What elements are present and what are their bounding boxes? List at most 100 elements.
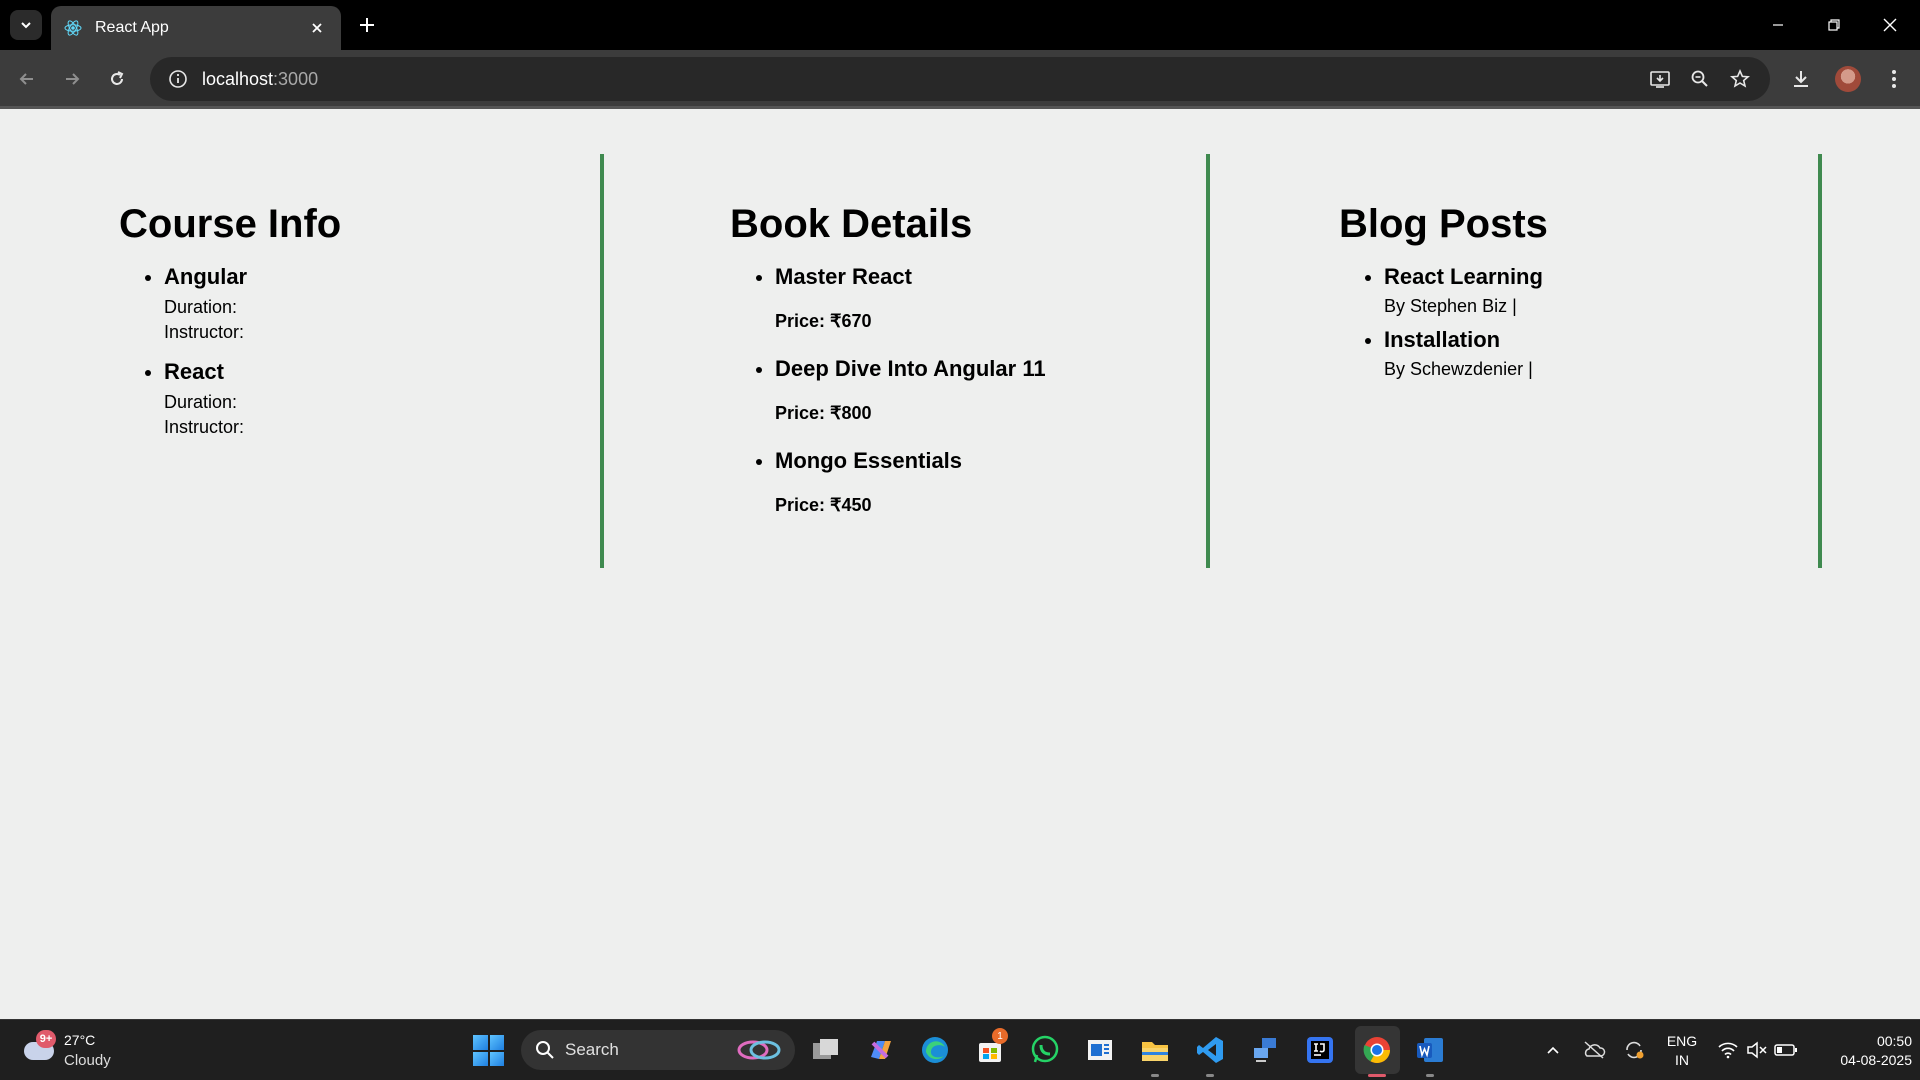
store-button[interactable]: 1 — [972, 1028, 1008, 1068]
task-view-icon — [813, 1039, 838, 1059]
install-app-icon — [1650, 71, 1670, 88]
running-indicator — [1151, 1074, 1159, 1077]
course-duration: Duration: — [164, 297, 238, 317]
course-item: Angular Duration: Instructor: — [144, 262, 248, 345]
word-button[interactable] — [1412, 1032, 1448, 1068]
blog-title: Installation — [1384, 327, 1501, 352]
url-port: :3000 — [273, 68, 319, 89]
book-details-panel: Book Details Master React Price: ₹670 De… — [604, 154, 1210, 568]
close-window-button[interactable] — [1862, 0, 1918, 50]
news-icon — [1088, 1040, 1112, 1060]
browser-tab-active[interactable]: React App — [51, 6, 341, 50]
course-info-panel: Course Info Angular Duration: Instructor… — [0, 154, 604, 568]
forward-button[interactable] — [55, 62, 89, 96]
search-label: Search — [565, 1040, 619, 1059]
address-bar[interactable]: localhost:3000 — [150, 57, 1770, 101]
news-app-button[interactable] — [1082, 1032, 1118, 1068]
blog-item: Installation By Schewzdenier | — [1365, 325, 1543, 382]
task-view-button[interactable] — [808, 1032, 844, 1068]
url-text[interactable]: localhost:3000 — [202, 69, 318, 90]
restore-icon — [1828, 19, 1840, 31]
zoom-button[interactable] — [1680, 57, 1720, 101]
book-item: Mongo Essentials Price: ₹450 — [756, 446, 1046, 518]
arrow-left-icon — [19, 73, 33, 85]
volume-button[interactable] — [1743, 1036, 1771, 1064]
battery-icon — [1774, 1044, 1797, 1056]
copilot-icon — [871, 1041, 891, 1059]
copilot-button[interactable] — [862, 1032, 898, 1068]
chevron-up-icon — [1547, 1046, 1559, 1054]
wifi-icon — [1718, 1042, 1738, 1059]
blog-list: React Learning By Stephen Biz | Installa… — [1365, 262, 1543, 382]
whatsapp-button[interactable] — [1027, 1032, 1063, 1068]
new-tab-button[interactable] — [352, 10, 382, 40]
plus-icon — [360, 18, 374, 32]
tab-search-button[interactable] — [10, 10, 42, 40]
taskbar-search[interactable]: Search — [521, 1030, 795, 1070]
store-badge: 1 — [992, 1028, 1008, 1044]
profile-button[interactable] — [1830, 62, 1866, 96]
folder-icon — [1142, 1042, 1168, 1061]
reload-button[interactable] — [100, 62, 134, 96]
bookmark-button[interactable] — [1720, 57, 1760, 101]
file-explorer-button[interactable] — [1137, 1032, 1173, 1068]
battery-button[interactable] — [1772, 1036, 1800, 1064]
course-title: React — [164, 359, 224, 384]
star-icon — [1730, 69, 1750, 88]
install-app-button[interactable] — [1640, 57, 1680, 101]
browser-menu-button[interactable] — [1876, 62, 1912, 96]
downloads-button[interactable] — [1783, 62, 1819, 96]
region-code: IN — [1675, 1052, 1689, 1068]
remote-desktop-icon — [1254, 1038, 1276, 1062]
book-item: Deep Dive Into Angular 11 Price: ₹800 — [756, 354, 1046, 426]
url-host: localhost — [202, 68, 274, 89]
weather-widget[interactable]: 9+ 27°C Cloudy — [20, 1028, 140, 1074]
intellij-button[interactable] — [1302, 1032, 1338, 1068]
course-duration: Duration: — [164, 392, 238, 412]
course-instructor: Instructor: — [164, 417, 245, 437]
windows-logo-icon — [473, 1051, 488, 1066]
weather-temperature: 27°C — [64, 1032, 96, 1048]
course-title: Angular — [164, 264, 248, 289]
chrome-button[interactable] — [1359, 1032, 1395, 1068]
clock-time: 00:50 — [1876, 1033, 1912, 1049]
back-button[interactable] — [10, 62, 44, 96]
blog-posts-heading: Blog Posts — [1339, 202, 1548, 246]
windows-logo-icon — [489, 1051, 504, 1066]
onedrive-button[interactable] — [1580, 1036, 1608, 1064]
site-info-icon[interactable] — [158, 57, 198, 101]
browser-tab-bar: React App — [0, 0, 1920, 50]
show-hidden-icons-button[interactable] — [1539, 1036, 1567, 1064]
course-info-heading: Course Info — [119, 202, 342, 246]
book-price: Price: ₹450 — [775, 495, 872, 515]
reload-icon — [111, 71, 124, 85]
tab-close-icon[interactable] — [305, 16, 329, 40]
sync-button[interactable] — [1620, 1036, 1648, 1064]
edge-button[interactable] — [917, 1032, 953, 1068]
arrow-right-icon — [66, 73, 80, 85]
restore-button[interactable] — [1806, 0, 1862, 50]
remote-desktop-button[interactable] — [1247, 1032, 1283, 1068]
blog-byline: By Schewzdenier | — [1384, 359, 1533, 379]
book-price: Price: ₹800 — [775, 403, 872, 423]
search-highlight-icon — [737, 1040, 781, 1060]
windows-taskbar: 9+ 27°C Cloudy Search 1 ENG IN 00:50 04-… — [0, 1019, 1920, 1080]
start-button[interactable] — [473, 1035, 504, 1066]
blog-title: React Learning — [1384, 264, 1543, 289]
course-item: React Duration: Instructor: — [144, 357, 247, 440]
book-list: Master React Price: ₹670 Deep Dive Into … — [756, 262, 1046, 538]
system-clock[interactable]: 00:50 04-08-2025 — [1808, 1032, 1912, 1070]
close-icon — [1883, 18, 1897, 32]
tab-title: React App — [95, 19, 169, 36]
browser-toolbar: localhost:3000 — [0, 50, 1920, 108]
minimize-button[interactable] — [1750, 0, 1806, 50]
wifi-button[interactable] — [1714, 1036, 1742, 1064]
page-content: Course Info Angular Duration: Instructor… — [0, 109, 1920, 1019]
search-icon — [536, 1041, 554, 1059]
whatsapp-icon — [1031, 1035, 1059, 1063]
chrome-icon — [1363, 1037, 1391, 1064]
volume-mute-icon — [1747, 1041, 1767, 1059]
language-indicator[interactable]: ENG IN — [1662, 1032, 1702, 1070]
vscode-button[interactable] — [1192, 1032, 1228, 1068]
windows-logo-icon — [473, 1035, 488, 1050]
